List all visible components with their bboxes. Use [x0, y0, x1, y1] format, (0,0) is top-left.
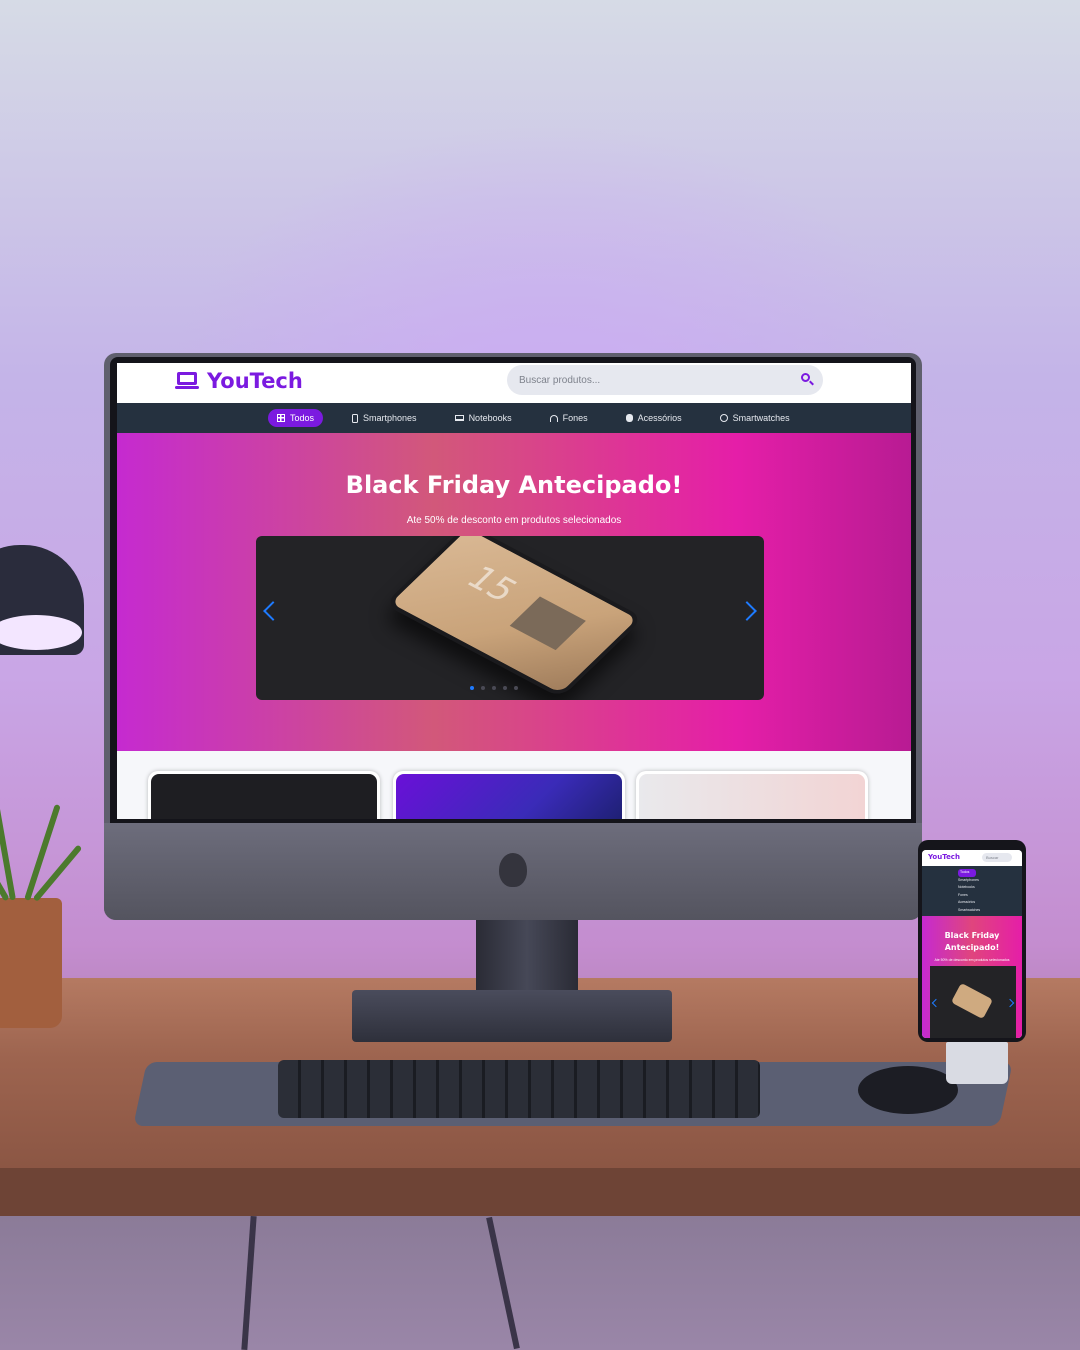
clock-icon [719, 414, 728, 422]
slide-number-text: 15 [457, 559, 526, 610]
keyboard [278, 1060, 760, 1118]
nav-item-todos[interactable]: Todos [268, 409, 324, 427]
mobile-hero: Black Friday Antecipado! Ate 50% de desc… [922, 916, 1022, 1038]
carousel-dot[interactable] [503, 686, 507, 690]
mobile-nav-item[interactable]: Smartwatches [958, 907, 1022, 915]
nav-item-fones[interactable]: Fones [541, 409, 597, 427]
product-card[interactable] [393, 771, 625, 819]
product-image [396, 774, 622, 819]
hero-title: Black Friday Antecipado! [345, 471, 683, 499]
carousel-next-icon[interactable] [737, 601, 757, 621]
mobile-slide-image [950, 982, 994, 1020]
mobile-nav: Todos Smartphones Notebooks Fones Acessó… [922, 866, 1022, 916]
search-icon[interactable] [801, 373, 815, 387]
monitor-base [352, 990, 672, 1042]
hero-banner: Black Friday Antecipado! Ate 50% de desc… [117, 433, 911, 751]
carousel-slide-image: 15 [384, 536, 644, 699]
smartphone-mockup: YouTech Buscar Todos Smartphones Noteboo… [918, 840, 1026, 1042]
apple-logo-icon [499, 853, 527, 887]
laptop-icon [454, 415, 464, 421]
floor [0, 1216, 1080, 1350]
mouse [858, 1066, 958, 1114]
slide-card [509, 596, 586, 651]
mobile-search-input[interactable]: Buscar [982, 853, 1012, 862]
mobile-nav-item[interactable]: Acessórios [958, 899, 1022, 907]
search-input[interactable] [519, 371, 779, 389]
mobile-hero-title: Black Friday Antecipado! [944, 931, 1000, 952]
monitor-chin [104, 823, 922, 920]
mobile-carousel-next-icon[interactable] [1005, 998, 1015, 1008]
product-grid [117, 751, 911, 819]
nav-label: Acessórios [637, 413, 682, 423]
hero-subtitle: Ate 50% de desconto em produtos selecion… [406, 515, 622, 526]
mobile-brand-name[interactable]: YouTech [928, 853, 960, 861]
headphones-icon [549, 414, 558, 422]
mobile-nav-item[interactable]: Notebooks [958, 884, 1022, 892]
mobile-nav-item[interactable]: Todos [958, 869, 976, 877]
plant-leaf [0, 791, 16, 901]
mobile-screen: YouTech Buscar Todos Smartphones Noteboo… [922, 850, 1022, 1038]
product-image [639, 774, 865, 819]
grid-icon [277, 414, 285, 422]
desktop-screen: YouTech Todos Smartphones Notebooks Fone… [117, 363, 911, 819]
mobile-hero-subtitle: Ate 50% de desconto em produtos selecion… [934, 958, 1010, 962]
category-nav: Todos Smartphones Notebooks Fones Acessó… [117, 403, 911, 433]
nav-item-acessorios[interactable]: Acessórios [617, 409, 691, 427]
laptop-logo-icon [175, 372, 199, 390]
nav-label: Smartphones [363, 413, 417, 423]
desk-edge [0, 1168, 1080, 1216]
mobile-nav-item[interactable]: Fones [958, 892, 1022, 900]
nav-label: Fones [562, 413, 588, 423]
phone-stand [946, 1042, 1008, 1084]
nav-item-smartwatches[interactable]: Smartwatches [711, 409, 799, 427]
nav-label: Smartwatches [732, 413, 790, 423]
plant-pot [0, 898, 62, 1028]
accessory-icon [625, 414, 633, 422]
monitor-neck [476, 920, 578, 995]
mobile-nav-item[interactable]: Smartphones [958, 877, 1022, 885]
nav-item-smartphones[interactable]: Smartphones [343, 409, 426, 427]
nav-label: Notebooks [468, 413, 512, 423]
product-card[interactable] [636, 771, 868, 819]
site-logo[interactable]: YouTech [175, 369, 303, 393]
mobile-carousel[interactable] [930, 966, 1016, 1038]
carousel-prev-icon[interactable] [263, 601, 283, 621]
brand-name: YouTech [207, 369, 303, 393]
search-bar [507, 365, 823, 395]
mobile-header: YouTech Buscar [922, 850, 1022, 866]
carousel-dot[interactable] [492, 686, 496, 690]
nav-label: Todos [290, 413, 315, 423]
product-image [151, 774, 377, 819]
site-header: YouTech [117, 363, 911, 403]
carousel-indicators [470, 686, 518, 690]
mobile-carousel-prev-icon[interactable] [931, 998, 941, 1008]
hero-carousel[interactable]: 15 [256, 536, 764, 700]
carousel-dot[interactable] [514, 686, 518, 690]
product-card[interactable] [148, 771, 380, 819]
carousel-dot[interactable] [470, 686, 474, 690]
phone-icon [352, 413, 359, 423]
nav-item-notebooks[interactable]: Notebooks [446, 409, 521, 427]
carousel-dot[interactable] [481, 686, 485, 690]
